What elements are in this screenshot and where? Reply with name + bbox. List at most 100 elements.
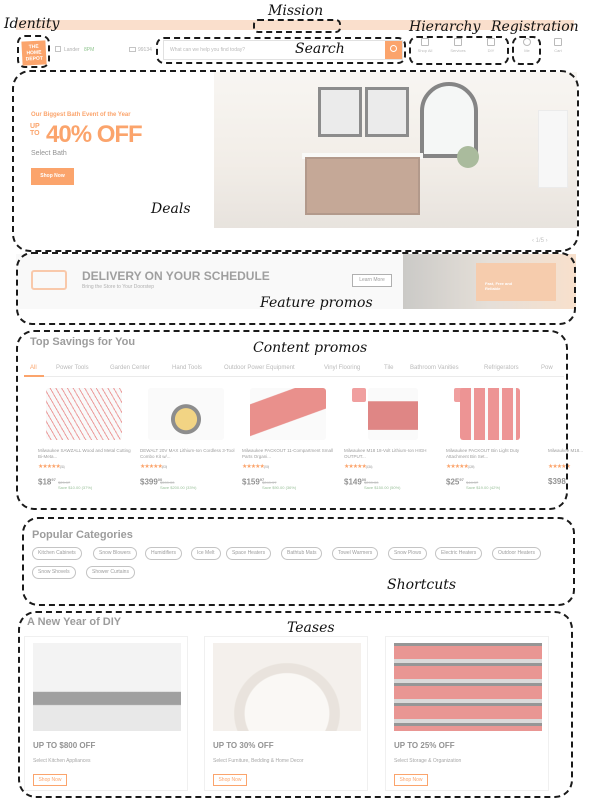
star-icons: ★★★★★ xyxy=(446,464,469,470)
nav-services[interactable]: Services xyxy=(443,38,473,53)
delivery-zip[interactable]: 99134 xyxy=(138,47,152,53)
tab-bathroom-vanities[interactable]: Bathroom Vanities xyxy=(410,365,459,371)
tab-outdoor-power-equipment[interactable]: Outdoor Power Equipment xyxy=(224,365,295,371)
deal-badge xyxy=(352,388,366,402)
product-image xyxy=(250,388,326,440)
category-chip[interactable]: Humidifiers xyxy=(145,547,183,560)
hierarchy-label: Hierarchy xyxy=(409,19,481,35)
product-card[interactable]: Milwaukee M18 18-Volt Lithium-Ion HIGH O… xyxy=(344,382,440,492)
category-chip[interactable]: Space Heaters xyxy=(226,547,272,560)
category-chip[interactable]: Snow Blowers xyxy=(93,547,137,560)
product-rating: ★★★★★(311) xyxy=(38,463,65,470)
product-card[interactable]: Milwaukee PACKOUT 11-Compartment Small P… xyxy=(242,382,338,492)
product-card[interactable]: Milwaukee M18... ★★★★★ $398 xyxy=(548,382,588,492)
product-name: Milwaukee SAWZALL Wood and Metal Cutting… xyxy=(38,448,131,459)
tab-vinyl-flooring[interactable]: Vinyl Flooring xyxy=(324,365,360,371)
nav-me[interactable]: Me xyxy=(512,38,542,53)
diy-card[interactable]: UP TO $800 OFF Select Kitchen Appliances… xyxy=(24,636,188,791)
user-icon xyxy=(523,38,531,46)
registration-label: Registration xyxy=(491,19,579,35)
product-savings: $299.00 Save $150.00 (50%) xyxy=(364,480,400,490)
store-icon xyxy=(55,46,61,52)
shortcuts-label: Shortcuts xyxy=(387,577,457,593)
tab-all[interactable]: All xyxy=(30,365,37,371)
towel xyxy=(538,110,568,188)
nav-label: Me xyxy=(524,48,530,53)
product-card[interactable]: DEWALT 20V MAX Lithium-Ion Cordless 3-To… xyxy=(140,382,236,492)
mirror-left xyxy=(318,87,362,137)
tab-refrigerators[interactable]: Refrigerators xyxy=(484,365,519,371)
save-amount: Save $10.00 (37%) xyxy=(58,485,93,490)
category-chip[interactable]: Kitchen Cabinets xyxy=(32,547,82,560)
mission-label: Mission xyxy=(268,3,324,19)
category-chip[interactable]: Shower Curtains xyxy=(86,566,135,579)
delivery-truck-icon xyxy=(31,270,67,290)
product-name: DEWALT 20V MAX Lithium-Ion Cordless 3-To… xyxy=(140,448,235,459)
diy-card[interactable]: UP TO 30% OFF Select Furniture, Bedding … xyxy=(204,636,368,791)
diy-card-subtitle: Select Kitchen Appliances xyxy=(33,758,91,764)
price-dollars: $159 xyxy=(242,477,260,487)
nav-diy[interactable]: DIY xyxy=(476,38,506,53)
nav-label: Cart xyxy=(554,48,562,53)
price-cents: 97 xyxy=(459,477,464,482)
plant xyxy=(457,146,479,168)
deals-label: Deals xyxy=(151,201,191,217)
diy-icon xyxy=(487,38,495,46)
product-image xyxy=(148,388,224,440)
search-button[interactable] xyxy=(385,41,402,59)
save-amount: Save $90.00 (36%) xyxy=(262,485,297,490)
cart-icon xyxy=(554,38,562,46)
tab-garden-center[interactable]: Garden Center xyxy=(110,365,150,371)
tab-selected-indicator xyxy=(24,375,44,377)
category-chip[interactable]: Snow Shovels xyxy=(32,566,76,579)
save-amount: Save $19.00 (42%) xyxy=(466,485,501,490)
diy-shop-now-button[interactable]: Shop Now xyxy=(213,774,247,786)
search-input[interactable]: What can we help you find today? xyxy=(163,40,403,60)
hero-up-to: UP TO xyxy=(30,123,40,137)
diy-title: A New Year of DIY xyxy=(27,616,122,628)
category-chip[interactable]: Electric Heaters xyxy=(435,547,483,560)
tab-power-more[interactable]: Pow xyxy=(541,365,553,371)
tab-tile[interactable]: Tile xyxy=(384,365,393,371)
hero-eyebrow: Our Biggest Bath Event of the Year xyxy=(31,112,131,118)
content-promos-label: Content promos xyxy=(253,340,368,356)
hero-pager[interactable]: ‹ 1/5 › xyxy=(532,238,548,244)
learn-more-button[interactable]: Learn More xyxy=(352,274,392,287)
delivery-box-text: Fast, Free and Reliable xyxy=(485,281,513,291)
product-card[interactable]: Milwaukee SAWZALL Wood and Metal Cutting… xyxy=(38,382,134,492)
review-count: (311) xyxy=(59,464,65,469)
delivery-promo-subtitle: Bring the Store to Your Doorstep xyxy=(82,284,154,290)
nav-shop-all[interactable]: Shop All xyxy=(410,38,440,53)
product-rating: ★★★★★(1,016) xyxy=(344,463,373,470)
logo-text: THE HOME DEPOT xyxy=(25,43,44,63)
price-dollars: $18 xyxy=(38,477,52,487)
price-cents: 97 xyxy=(51,477,56,482)
hero-headline: 40% OFF xyxy=(46,121,143,148)
services-icon xyxy=(454,38,462,46)
price-dollars: $399 xyxy=(140,477,158,487)
hero-shop-now-button[interactable]: Shop Now xyxy=(31,168,74,185)
product-card[interactable]: Milwaukee PACKOUT Bin Light Duty Attachm… xyxy=(446,382,542,492)
diy-shop-now-button[interactable]: Shop Now xyxy=(33,774,67,786)
diy-shop-now-button[interactable]: Shop Now xyxy=(394,774,428,786)
product-name: Milwaukee M18 18-Volt Lithium-Ion HIGH O… xyxy=(344,448,427,459)
diy-card[interactable]: UP TO 25% OFF Select Storage & Organizat… xyxy=(385,636,549,791)
save-amount: Save $200.00 (33%) xyxy=(160,485,197,490)
category-chip[interactable]: Outdoor Heaters xyxy=(492,547,541,560)
product-savings: $44.97 Save $19.00 (42%) xyxy=(466,480,500,490)
nav-label: Shop All xyxy=(417,48,433,53)
tab-hand-tools[interactable]: Hand Tools xyxy=(172,365,202,371)
category-chip[interactable]: Ice Melt xyxy=(191,547,221,560)
review-count: (1,289) xyxy=(467,464,475,469)
category-chip[interactable]: Towel Warmers xyxy=(332,547,379,560)
category-chip[interactable]: Bathtub Mats xyxy=(281,547,323,560)
home-depot-logo[interactable]: THE HOME DEPOT xyxy=(21,40,47,66)
bedroom-image xyxy=(213,643,361,731)
product-price: $1897 xyxy=(38,477,56,487)
tab-power-tools[interactable]: Power Tools xyxy=(56,365,89,371)
product-image xyxy=(460,388,520,440)
category-chip[interactable]: Snow Plows xyxy=(388,547,428,560)
top-savings-title: Top Savings for You xyxy=(30,336,136,348)
nav-cart[interactable]: Cart xyxy=(543,38,573,53)
store-selector[interactable]: Lander 8PM xyxy=(64,47,94,53)
